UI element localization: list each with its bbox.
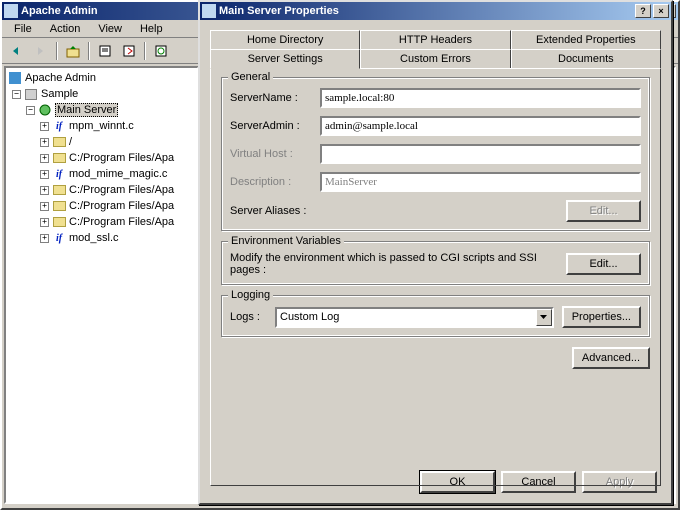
tree-pane[interactable]: Apache Admin −Sample −Main Server +ifmpm… <box>4 66 199 504</box>
tab-http-headers[interactable]: HTTP Headers <box>360 30 510 50</box>
tree-main-server[interactable]: −Main Server <box>8 102 195 118</box>
general-group: General ServerName : ServerAdmin : Virtu… <box>221 77 650 231</box>
menu-help[interactable]: Help <box>132 21 171 37</box>
properties-button[interactable] <box>94 40 116 62</box>
tree-item[interactable]: +ifmod_mime_magic.c <box>8 166 195 182</box>
tree-item[interactable]: +C:/Program Files/Apa <box>8 214 195 230</box>
app-icon <box>4 4 18 18</box>
help-button[interactable]: ? <box>635 4 651 18</box>
tab-documents[interactable]: Documents <box>511 49 661 69</box>
dialog-close-button[interactable]: × <box>653 4 669 18</box>
env-text: Modify the environment which is passed t… <box>230 252 556 276</box>
tab-home-directory[interactable]: Home Directory <box>210 30 360 50</box>
dialog-title: Main Server Properties <box>219 5 339 17</box>
description-input <box>320 172 641 192</box>
forward-button[interactable] <box>30 40 52 62</box>
tree-item[interactable]: +ifmpm_winnt.c <box>8 118 195 134</box>
dialog-icon <box>202 4 216 18</box>
tabs: Home Directory HTTP Headers Extended Pro… <box>210 30 661 486</box>
dialog-titlebar: Main Server Properties ? × <box>200 2 671 20</box>
servername-label: ServerName : <box>230 92 320 104</box>
logging-legend: Logging <box>228 289 273 301</box>
aliases-edit-button: Edit... <box>566 200 641 222</box>
aliases-label: Server Aliases : <box>230 205 320 217</box>
serveradmin-input[interactable] <box>320 116 641 136</box>
tree-root[interactable]: Apache Admin <box>8 70 195 86</box>
env-legend: Environment Variables <box>228 235 344 247</box>
menu-action[interactable]: Action <box>42 21 89 37</box>
main-title: Apache Admin <box>21 5 98 17</box>
tree-item[interactable]: +ifmod_ssl.c <box>8 230 195 246</box>
env-edit-button[interactable]: Edit... <box>566 253 641 275</box>
export-button[interactable] <box>118 40 140 62</box>
menu-view[interactable]: View <box>90 21 130 37</box>
description-label: Description : <box>230 176 320 188</box>
serveradmin-label: ServerAdmin : <box>230 120 320 132</box>
tree-item[interactable]: +C:/Program Files/Apa <box>8 198 195 214</box>
advanced-button[interactable]: Advanced... <box>572 347 650 369</box>
tab-panel: General ServerName : ServerAdmin : Virtu… <box>210 68 661 486</box>
general-legend: General <box>228 71 273 83</box>
up-folder-button[interactable] <box>62 40 84 62</box>
log-properties-button[interactable]: Properties... <box>562 306 641 328</box>
logs-label: Logs : <box>230 311 275 323</box>
tree-sample[interactable]: −Sample <box>8 86 195 102</box>
back-button[interactable] <box>6 40 28 62</box>
properties-dialog: Main Server Properties ? × Home Director… <box>198 0 673 505</box>
tab-server-settings[interactable]: Server Settings <box>210 49 360 69</box>
logging-group: Logging Logs : Custom Log Properties... <box>221 295 650 337</box>
tab-extended-properties[interactable]: Extended Properties <box>511 30 661 50</box>
servername-input[interactable] <box>320 88 641 108</box>
tree-item[interactable]: +C:/Program Files/Apa <box>8 150 195 166</box>
logs-select[interactable]: Custom Log <box>275 307 554 328</box>
refresh-button[interactable] <box>150 40 172 62</box>
env-group: Environment Variables Modify the environ… <box>221 241 650 285</box>
tab-custom-errors[interactable]: Custom Errors <box>360 49 510 69</box>
chevron-down-icon[interactable] <box>536 309 552 326</box>
menu-file[interactable]: File <box>6 21 40 37</box>
tree-item[interactable]: +C:/Program Files/Apa <box>8 182 195 198</box>
virtualhost-input <box>320 144 641 164</box>
tree-item[interactable]: +/ <box>8 134 195 150</box>
virtualhost-label: Virtual Host : <box>230 148 320 160</box>
